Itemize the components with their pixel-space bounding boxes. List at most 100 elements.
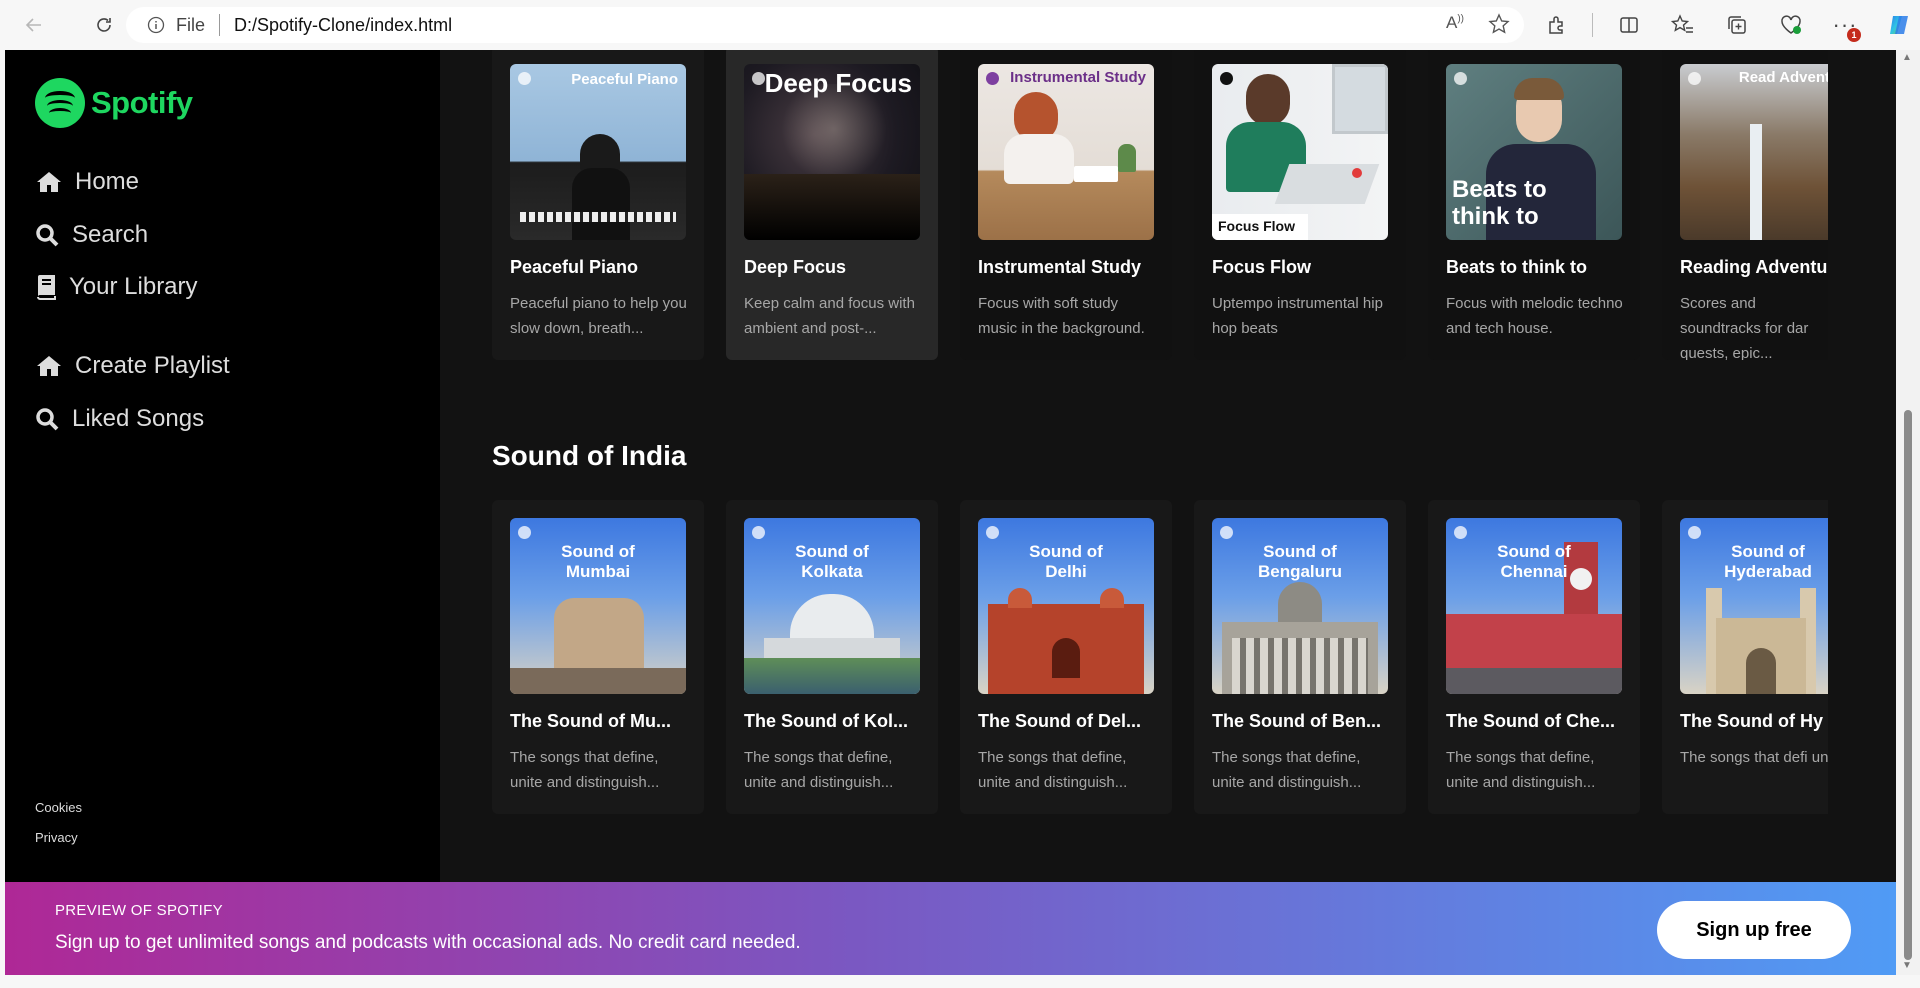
sidebar: Spotify Home Search Your Library Create … [5, 50, 440, 882]
playlist-description: Focus with melodic techno and tech house… [1446, 295, 1623, 337]
favorites-icon[interactable] [1665, 8, 1701, 42]
playlist-card[interactable]: Sound of Mumbai The Sound of Mu... The so… [492, 500, 704, 814]
cover-title: Sound of Mumbai [561, 542, 635, 581]
playlist-card[interactable]: Sound of Delhi The Sound of Del... The so… [960, 500, 1172, 814]
address-divider [219, 14, 221, 36]
more-options-icon[interactable]: ··· 1 [1827, 8, 1863, 42]
playlist-title: The Sound of Che... [1446, 711, 1615, 731]
playlist-card[interactable]: Sound of Kolkata The Sound of Kol... The … [726, 500, 938, 814]
search-icon [35, 407, 68, 431]
split-screen-icon[interactable] [1611, 8, 1647, 42]
playlist-title: Instrumental Study [978, 257, 1142, 277]
scroll-up-icon[interactable]: ▲ [1902, 52, 1914, 64]
home-icon [35, 170, 71, 194]
sidebar-item-library[interactable]: Your Library [35, 273, 198, 301]
playlist-card[interactable]: Read Advent Reading Adventu Scores and s… [1662, 50, 1828, 360]
spotify-badge-icon [518, 72, 531, 85]
sign-up-button[interactable]: Sign up free [1657, 901, 1851, 959]
playlist-description: The songs that defi unite and distinguis [1680, 749, 1828, 766]
browser-essentials-icon[interactable] [1773, 8, 1809, 42]
focus-playlist-row: Peaceful Piano Peaceful Piano Peaceful p… [492, 50, 1828, 360]
url-scheme: File [176, 14, 206, 35]
playlist-description: Keep calm and focus with ambient and pos… [744, 295, 915, 337]
sidebar-item-label: Your Library [69, 273, 198, 300]
playlist-card[interactable]: Instrumental Study Instrumental Study Fo… [960, 50, 1172, 360]
playlist-card[interactable]: Sound of Chennai The Sound of Che... The … [1428, 500, 1640, 814]
playlist-title: The Sound of Del... [978, 711, 1141, 731]
playlist-cover: Sound of Mumbai [510, 518, 686, 694]
spotify-logo[interactable]: Spotify [35, 78, 193, 128]
sidebar-item-search[interactable]: Search [35, 221, 148, 249]
playlist-description: The songs that define, unite and disting… [978, 749, 1128, 791]
toolbar-divider [1592, 13, 1593, 37]
notification-badge: 1 [1847, 28, 1861, 42]
playlist-title: Reading Adventu [1680, 257, 1828, 277]
url-text[interactable]: D:/Spotify-Clone/index.html [234, 15, 452, 36]
cover-title: Sound of Delhi [1029, 542, 1103, 581]
playlist-card[interactable]: Focus Flow Focus Flow Uptempo instrument… [1194, 50, 1406, 360]
playlist-title: The Sound of Ben... [1212, 711, 1381, 731]
playlist-description: Peaceful piano to help you slow down, br… [510, 295, 687, 337]
playlist-card[interactable]: Beats to think to Beats to think to Focu… [1428, 50, 1640, 360]
extensions-icon[interactable] [1538, 8, 1574, 42]
address-bar[interactable]: File D:/Spotify-Clone/index.html A)) [126, 7, 1524, 43]
playlist-card[interactable]: Sound of Hyderabad The Sound of Hy The so… [1662, 500, 1828, 814]
playlist-description: Focus with soft study music in the backg… [978, 295, 1145, 337]
playlist-cover: Read Advent [1680, 64, 1828, 240]
copilot-icon[interactable] [1881, 8, 1917, 42]
playlist-card[interactable]: Deep Focus Deep Focus Keep calm and focu… [726, 50, 938, 360]
playlist-description: Uptempo instrumental hip hop beats [1212, 295, 1383, 337]
section-title[interactable]: Sound of India [492, 440, 686, 472]
playlist-title: The Sound of Kol... [744, 711, 908, 731]
playlist-cover: Sound of Chennai [1446, 518, 1622, 694]
spotify-logo-text: Spotify [91, 85, 193, 120]
read-aloud-icon[interactable]: A)) [1446, 13, 1464, 40]
playlist-title: The Sound of Mu... [510, 711, 671, 731]
playlist-cover: Sound of Delhi [978, 518, 1154, 694]
sidebar-item-home[interactable]: Home [35, 168, 139, 196]
spotify-badge-icon [1454, 72, 1467, 85]
playlist-description: The songs that define, unite and disting… [1446, 749, 1596, 791]
back-button[interactable] [14, 5, 54, 45]
playlist-cover: Deep Focus [744, 64, 920, 240]
spotify-badge-icon [1688, 526, 1701, 539]
playlist-card[interactable]: Sound of Bengaluru The Sound of Ben... Th… [1194, 500, 1406, 814]
search-icon [35, 223, 68, 247]
sidebar-item-create-playlist[interactable]: Create Playlist [35, 352, 230, 380]
scroll-down-icon[interactable]: ▼ [1902, 960, 1914, 972]
cover-title: Deep Focus [764, 68, 912, 98]
playlist-cover: Sound of Bengaluru [1212, 518, 1388, 694]
playlist-cover: Sound of Kolkata [744, 518, 920, 694]
sidebar-item-label: Create Playlist [75, 352, 230, 379]
cover-title: Sound of Hyderabad [1724, 542, 1812, 581]
sidebar-item-label: Liked Songs [72, 405, 205, 432]
cover-title: Read Advent [1738, 69, 1828, 86]
reload-button[interactable] [84, 5, 124, 45]
scrollbar-thumb[interactable] [1904, 410, 1912, 960]
cover-title: Peaceful Piano [571, 71, 678, 88]
cover-title: Sound of Bengaluru [1257, 542, 1343, 581]
banner-message: Sign up to get unlimited songs and podca… [55, 932, 801, 953]
privacy-link[interactable]: Privacy [35, 830, 78, 845]
spotify-badge-icon [752, 526, 765, 539]
collections-icon[interactable] [1719, 8, 1755, 42]
spotify-badge-icon [986, 526, 999, 539]
spotify-badge-icon [1220, 72, 1233, 85]
spotify-logo-icon [35, 78, 85, 128]
favorite-star-icon[interactable] [1488, 13, 1510, 40]
cover-title: Sound of Kolkata [795, 542, 869, 581]
playlist-description: Scores and soundtracks for dar quests, e… [1680, 295, 1809, 360]
page-scrollbar[interactable]: ▲ ▼ [1896, 50, 1920, 975]
library-icon [35, 274, 65, 300]
info-icon[interactable] [146, 15, 166, 35]
playlist-cover: Beats to think to [1446, 64, 1622, 240]
spotify-badge-icon [1220, 526, 1233, 539]
playlist-card[interactable]: Peaceful Piano Peaceful Piano Peaceful p… [492, 50, 704, 360]
cover-title: Instrumental Study [1010, 69, 1146, 86]
preview-banner[interactable]: PREVIEW OF SPOTIFY Sign up to get unlimi… [5, 882, 1896, 975]
cookies-link[interactable]: Cookies [35, 800, 82, 815]
page-viewport: Spotify Home Search Your Library Create … [5, 50, 1896, 975]
sidebar-item-liked-songs[interactable]: Liked Songs [35, 405, 204, 433]
spotify-badge-icon [1454, 526, 1467, 539]
spotify-badge-icon [752, 72, 765, 85]
